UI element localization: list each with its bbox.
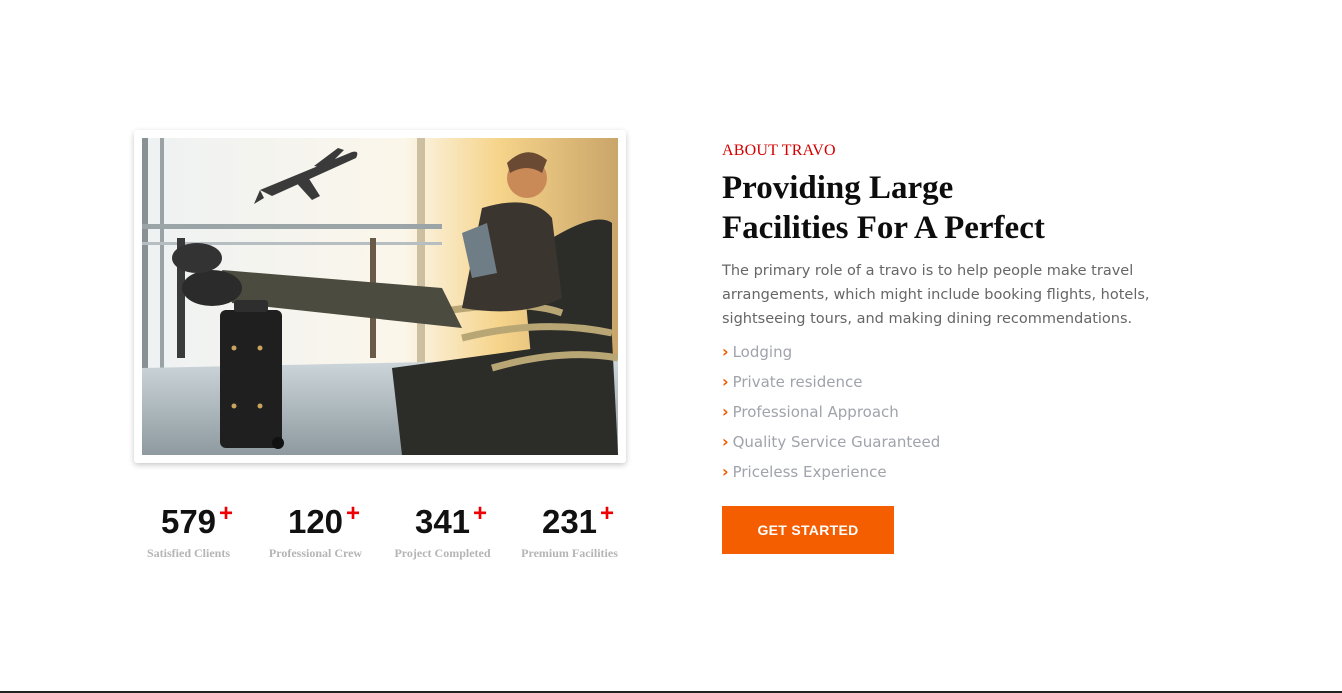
stat-value: 341 + bbox=[415, 500, 487, 544]
stat-label: Satisfied Clients bbox=[146, 546, 230, 560]
stat-project-completed: 341 + Project Completed bbox=[379, 500, 506, 561]
plus-icon: + bbox=[346, 500, 361, 527]
stat-value: 579 + bbox=[161, 500, 233, 544]
stat-premium-facilities: 231 + Premium Facilities bbox=[506, 500, 633, 561]
stat-value: 231 + bbox=[542, 500, 614, 544]
get-started-button[interactable]: GET STARTED bbox=[722, 506, 894, 554]
feature-item: › Quality Service Guaranteed bbox=[722, 430, 940, 460]
stat-satisfied-clients: 579 + Satisfied Clients bbox=[125, 500, 252, 561]
plus-icon: + bbox=[219, 500, 234, 527]
section-eyebrow: ABOUT TRAVO bbox=[722, 142, 836, 159]
feature-label: Lodging bbox=[732, 343, 793, 361]
about-image-card bbox=[134, 130, 626, 463]
stat-professional-crew: 120 + Professional Crew bbox=[252, 500, 379, 561]
stat-value: 120 + bbox=[288, 500, 360, 544]
section-heading: Providing Large Facilities For A Perfect bbox=[722, 168, 1142, 248]
plus-icon: + bbox=[600, 500, 615, 527]
chevron-right-icon: › bbox=[722, 342, 729, 361]
chevron-right-icon: › bbox=[722, 372, 729, 391]
feature-label: Private residence bbox=[732, 373, 863, 391]
feature-item: › Professional Approach bbox=[722, 400, 940, 430]
heading-line: Providing Large bbox=[722, 170, 954, 206]
traveler-at-airport-photo bbox=[142, 138, 618, 455]
feature-label: Quality Service Guaranteed bbox=[732, 433, 941, 451]
chevron-right-icon: › bbox=[722, 462, 729, 481]
chevron-right-icon: › bbox=[722, 432, 729, 451]
plus-icon: + bbox=[473, 500, 488, 527]
stat-label: Project Completed bbox=[394, 546, 491, 560]
feature-item: › Private residence bbox=[722, 370, 940, 400]
feature-label: Professional Approach bbox=[732, 403, 899, 421]
feature-item: › Priceless Experience bbox=[722, 460, 940, 490]
section-description: The primary role of a travo is to help p… bbox=[722, 263, 1150, 327]
chevron-right-icon: › bbox=[722, 402, 729, 421]
stat-label: Premium Facilities bbox=[521, 546, 618, 560]
feature-item: › Lodging bbox=[722, 340, 940, 370]
stat-label: Professional Crew bbox=[268, 546, 363, 560]
feature-label: Priceless Experience bbox=[732, 463, 887, 481]
feature-list: › Lodging › Private residence › Professiona… bbox=[722, 340, 940, 490]
heading-line: Facilities For A Perfect bbox=[722, 210, 1045, 246]
